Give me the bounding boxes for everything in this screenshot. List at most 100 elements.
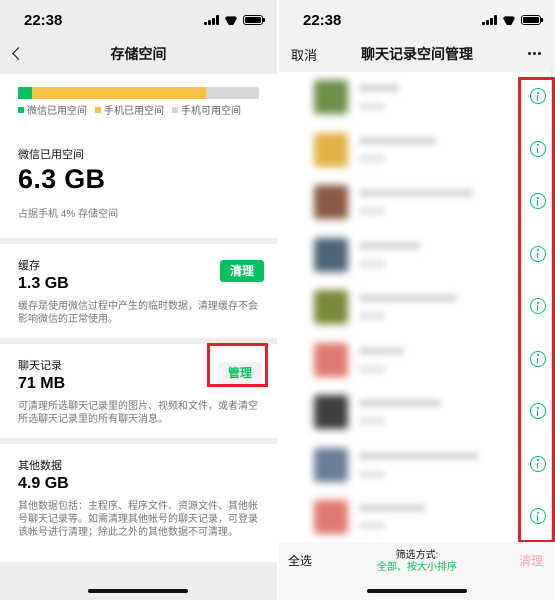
other-data-description: 其他数据包括：主程序、程序文件、资源文件、其他帐号聊天记录等。如需清理其他帐号的… bbox=[18, 501, 258, 538]
legend-label: 手机可用空间 bbox=[181, 106, 241, 117]
filter-value: 全部、按大小排序 bbox=[377, 562, 457, 573]
status-bar: 22:38 bbox=[279, 0, 555, 42]
wechat-used-label: 微信已用空间 bbox=[18, 149, 84, 161]
clear-button[interactable]: 清理 bbox=[519, 552, 543, 569]
wifi-icon bbox=[502, 15, 516, 25]
blurred-name bbox=[359, 136, 436, 145]
wechat-used-segment bbox=[18, 87, 33, 99]
other-data-title: 其他数据 bbox=[18, 460, 62, 472]
other-data-card: 其他数据 4.9 GB 其他数据包括：主程序、程序文件、资源文件、其他帐号聊天记… bbox=[0, 444, 277, 562]
chat-history-description: 可清理所选聊天记录里的图片、视频和文件，或者清空所选聊天记录里的所有聊天消息。 bbox=[18, 401, 258, 425]
storage-screen: 22:38 存储空间 微信已用空间 手机已用空间 手机可用空间 微信已用空间 6… bbox=[0, 0, 277, 600]
storage-legend: 微信已用空间 手机已用空间 手机可用空间 bbox=[18, 102, 241, 117]
status-time: 22:38 bbox=[303, 12, 342, 29]
info-icon[interactable] bbox=[530, 245, 546, 262]
info-icon[interactable] bbox=[530, 140, 546, 157]
blurred-name bbox=[359, 241, 420, 250]
status-time: 22:38 bbox=[24, 12, 63, 29]
avatar bbox=[314, 395, 348, 429]
legend-label: 手机已用空间 bbox=[104, 106, 164, 117]
home-indicator bbox=[367, 589, 467, 593]
legend-label: 微信已用空间 bbox=[27, 106, 87, 117]
chat-history-title: 聊天记录 bbox=[18, 360, 62, 372]
avatar bbox=[314, 290, 348, 324]
filter-button[interactable]: 筛选方式: 全部、按大小排序 bbox=[364, 550, 470, 574]
avatar bbox=[314, 132, 348, 167]
phone-used-segment bbox=[32, 87, 206, 99]
blurred-name bbox=[359, 451, 478, 460]
legend-swatch bbox=[95, 106, 101, 113]
select-all-button[interactable]: 全选 bbox=[288, 552, 312, 569]
filter-title: 筛选方式: bbox=[395, 550, 439, 561]
status-icons bbox=[204, 15, 265, 25]
storage-overview-card: 微信已用空间 手机已用空间 手机可用空间 微信已用空间 6.3 GB 占据手机 … bbox=[0, 74, 277, 238]
info-icon[interactable] bbox=[530, 193, 546, 209]
chat-history-card: 聊天记录 71 MB 可清理所选聊天记录里的图片、视频和文件，或者清空所选聊天记… bbox=[0, 344, 277, 438]
manage-chat-button[interactable]: 管理 bbox=[218, 362, 262, 384]
avatar bbox=[314, 447, 348, 482]
info-icon[interactable] bbox=[530, 88, 546, 104]
avatar bbox=[314, 500, 348, 534]
blurred-size bbox=[359, 417, 385, 425]
blurred-size bbox=[359, 312, 385, 320]
page-title: 存储空间 bbox=[110, 46, 167, 62]
blurred-size bbox=[359, 154, 385, 163]
chat-storage-manage-screen: 22:38 取消 聊天记录空间管理 全选 筛选方式: 全部、按大小排序 清理 bbox=[279, 0, 555, 600]
battery-icon bbox=[243, 15, 265, 25]
info-icon[interactable] bbox=[530, 298, 546, 314]
scrollbar[interactable] bbox=[551, 70, 553, 540]
legend-swatch bbox=[172, 106, 178, 113]
blurred-name bbox=[359, 399, 441, 407]
info-icon[interactable] bbox=[530, 508, 546, 524]
nav-bar: 取消 聊天记录空间管理 bbox=[279, 40, 555, 68]
blurred-size bbox=[359, 469, 385, 478]
info-icon[interactable] bbox=[530, 455, 546, 472]
cache-card: 缓存 1.3 GB 缓存是使用微信过程中产生的临时数据，清理缓存不会影响微信的正… bbox=[0, 244, 277, 338]
info-icon[interactable] bbox=[530, 350, 546, 367]
chat-row[interactable] bbox=[279, 72, 555, 125]
wechat-used-note: 占据手机 4% 存储空间 bbox=[18, 209, 119, 220]
more-icon[interactable] bbox=[528, 52, 541, 55]
cache-value: 1.3 GB bbox=[18, 275, 69, 292]
blurred-name bbox=[359, 346, 404, 355]
blurred-size bbox=[359, 364, 385, 373]
avatar bbox=[314, 80, 348, 114]
chat-row[interactable] bbox=[279, 177, 555, 230]
chat-history-value: 71 MB bbox=[18, 375, 66, 392]
blurred-size bbox=[359, 207, 385, 215]
legend-item: 微信已用空间 bbox=[18, 102, 87, 117]
battery-icon bbox=[521, 15, 543, 25]
blurred-size bbox=[359, 522, 385, 530]
home-indicator bbox=[88, 589, 188, 593]
page-title: 聊天记录空间管理 bbox=[361, 46, 473, 62]
chat-list bbox=[279, 72, 555, 542]
chat-row[interactable] bbox=[279, 282, 555, 335]
chat-row[interactable] bbox=[279, 440, 555, 493]
signal-icon bbox=[204, 15, 219, 25]
info-icon[interactable] bbox=[530, 403, 546, 419]
legend-swatch bbox=[18, 106, 24, 113]
chat-row[interactable] bbox=[279, 387, 555, 440]
legend-item: 手机可用空间 bbox=[172, 102, 241, 117]
wifi-icon bbox=[224, 15, 238, 25]
storage-usage-bar bbox=[18, 87, 259, 99]
avatar bbox=[314, 185, 348, 219]
blurred-size bbox=[359, 259, 385, 268]
chat-row[interactable] bbox=[279, 125, 555, 178]
status-bar: 22:38 bbox=[0, 0, 277, 42]
cache-title: 缓存 bbox=[18, 260, 40, 272]
blurred-name bbox=[359, 504, 425, 512]
nav-bar: 存储空间 bbox=[0, 40, 277, 68]
chat-row[interactable] bbox=[279, 492, 555, 542]
clear-cache-button[interactable]: 清理 bbox=[220, 260, 264, 282]
avatar bbox=[314, 342, 348, 377]
blurred-size bbox=[359, 102, 385, 110]
chat-row[interactable] bbox=[279, 230, 555, 283]
chat-row[interactable] bbox=[279, 335, 555, 388]
status-icons bbox=[482, 15, 543, 25]
blurred-name bbox=[359, 189, 473, 197]
signal-icon bbox=[482, 15, 497, 25]
wechat-used-value: 6.3 GB bbox=[18, 164, 106, 194]
avatar bbox=[314, 237, 348, 272]
cache-description: 缓存是使用微信过程中产生的临时数据，清理缓存不会影响微信的正常使用。 bbox=[18, 301, 258, 325]
